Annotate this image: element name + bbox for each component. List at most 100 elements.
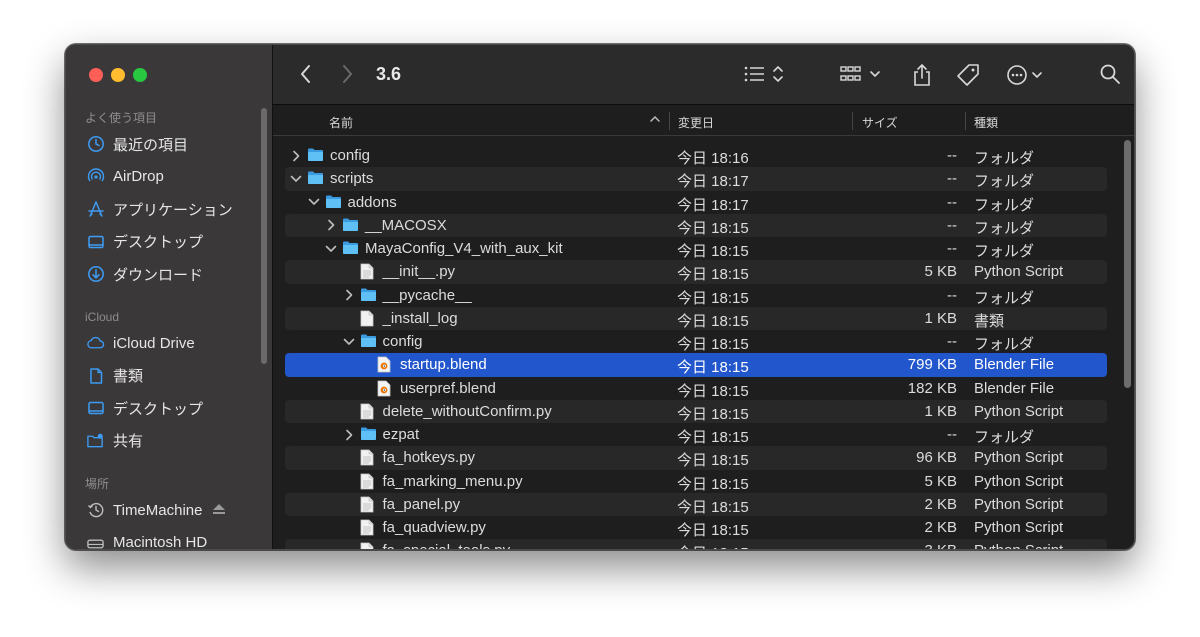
file-name: __pycache__ [382, 286, 472, 304]
file-kind: フォルダ [974, 289, 1035, 307]
clock-icon [86, 135, 105, 154]
sidebar-item[interactable]: 共有 [66, 425, 272, 458]
search-button[interactable] [1099, 63, 1121, 85]
file-date: 今日 18:16 [677, 150, 749, 167]
file-kind: Blender File [974, 379, 1055, 397]
file-row[interactable]: fa_panel.py 今日 18:15 2 KB Python Script [285, 492, 1107, 516]
sidebar-item[interactable]: TimeMachine [66, 494, 272, 527]
disclosure-chevron-right-icon[interactable] [289, 149, 303, 163]
file-list-scrollbar[interactable] [1124, 140, 1131, 388]
file-row[interactable]: userpref.blend 今日 18:15 182 KB Blender File [285, 377, 1107, 400]
sidebar-item[interactable]: iCloud Drive [66, 327, 272, 360]
file-size: 2 KB [924, 519, 957, 536]
sidebar-item[interactable]: Macintosh HD [66, 527, 272, 549]
timemachine-icon [86, 501, 105, 520]
disclosure-chevron-down-icon[interactable] [342, 335, 356, 349]
file-row[interactable]: fa_marking_menu.py 今日 18:15 5 KB Python Scr… [285, 470, 1107, 493]
column-divider[interactable] [852, 112, 853, 130]
folder-icon [360, 426, 377, 443]
file-name: __init__.py [382, 263, 456, 281]
disclosure-chevron-down-icon[interactable] [307, 195, 321, 209]
file-kind: フォルダ [974, 196, 1035, 214]
blender-file-icon [377, 356, 394, 373]
disclosure-chevron-down-icon[interactable] [289, 172, 303, 186]
disclosure-chevron-right-icon[interactable] [342, 288, 356, 302]
download-icon [86, 265, 105, 284]
file-row[interactable]: __MACOSX 今日 18:15 -- フォルダ [285, 213, 1107, 237]
file-row[interactable]: ezpat 今日 18:15 -- フォルダ [285, 423, 1107, 446]
search-icon [1100, 64, 1120, 84]
zoom-button[interactable] [133, 68, 147, 82]
file-row[interactable]: _install_log 今日 18:15 1 KB 書類 [285, 306, 1107, 330]
file-name-cell: delete_withoutConfirm.py [342, 403, 552, 420]
sidebar-heading: 場所 [85, 477, 110, 491]
sidebar-heading: よく使う項目 [85, 111, 158, 125]
file-row[interactable]: fa_special_tools.py 今日 18:15 3 KB Python Sc… [285, 539, 1107, 549]
sort-ascending-icon[interactable] [649, 112, 661, 129]
file-name: _install_log [382, 309, 458, 327]
toolbar: 3.6 [273, 45, 1134, 105]
file-row[interactable]: config 今日 18:16 -- フォルダ [285, 144, 1107, 167]
more-actions-button[interactable] [1006, 63, 1048, 87]
file-name-cell: userpref.blend [359, 380, 496, 397]
file-date: 今日 18:15 [677, 359, 749, 377]
forward-button[interactable] [340, 63, 354, 85]
group-button[interactable] [840, 63, 884, 85]
file-date: 今日 18:15 [677, 522, 749, 539]
share-button[interactable] [911, 63, 933, 87]
file-row[interactable]: __init__.py 今日 18:15 5 KB Python Script [285, 260, 1107, 284]
file-row[interactable]: startup.blend 今日 18:15 799 KB Blender File [285, 353, 1107, 377]
file-date: 今日 18:15 [677, 382, 749, 400]
sidebar-item[interactable]: デスクトップ [66, 226, 272, 259]
file-row[interactable]: scripts 今日 18:17 -- フォルダ [285, 167, 1107, 191]
column-kind[interactable]: 種類 [974, 114, 998, 131]
file-row[interactable]: __pycache__ 今日 18:15 -- フォルダ [285, 284, 1107, 307]
column-date[interactable]: 変更日 [678, 114, 714, 131]
window-title: 3.6 [376, 64, 402, 84]
disclosure-chevron-right-icon[interactable] [342, 428, 356, 442]
sidebar-item[interactable]: デスクトップ [66, 392, 272, 425]
sidebar-item[interactable]: AirDrop [66, 161, 272, 194]
tags-button[interactable] [956, 63, 980, 87]
file-date: 今日 18:15 [677, 243, 749, 260]
view-mode-button[interactable] [743, 63, 787, 85]
file-size: 5 KB [924, 472, 957, 490]
file-name: delete_withoutConfirm.py [382, 402, 552, 420]
file-row[interactable]: fa_hotkeys.py 今日 18:15 96 KB Python Script [285, 446, 1107, 470]
column-name[interactable]: 名前 [329, 114, 353, 131]
file-date: 今日 18:15 [677, 429, 749, 446]
file-name: fa_panel.py [382, 495, 461, 513]
column-divider[interactable] [669, 112, 670, 130]
disclosure-chevron-down-icon[interactable] [324, 242, 338, 256]
folder-icon [307, 147, 324, 164]
sidebar-item[interactable]: 最近の項目 [66, 128, 272, 161]
file-name-cell: fa_marking_menu.py [342, 473, 523, 490]
file-row[interactable]: delete_withoutConfirm.py 今日 18:15 1 KB Pyth… [285, 399, 1107, 423]
back-button[interactable] [299, 63, 313, 85]
sidebar-item[interactable]: ダウンロード [66, 258, 272, 291]
column-divider[interactable] [965, 112, 966, 130]
file-name-cell: fa_special_tools.py [342, 542, 510, 549]
sidebar-item[interactable]: 書類 [66, 360, 272, 393]
sidebar-scrollbar[interactable] [261, 108, 267, 364]
minimize-button[interactable] [111, 68, 125, 82]
file-row[interactable]: MayaConfig_V4_with_aux_kit 今日 18:15 -- フォルダ [285, 237, 1107, 260]
folder-icon [307, 170, 324, 187]
file-name: ezpat [382, 426, 420, 443]
eject-icon[interactable] [212, 502, 226, 519]
close-button[interactable] [89, 68, 103, 82]
file-row[interactable]: config 今日 18:15 -- フォルダ [285, 330, 1107, 353]
file-name: addons [347, 193, 397, 211]
file-row[interactable]: addons 今日 18:17 -- フォルダ [285, 191, 1107, 214]
file-size: 2 KB [924, 495, 957, 513]
sidebar-item[interactable]: アプリケーション [66, 193, 272, 226]
grid-group-icon [840, 66, 880, 81]
chevron-left-icon [301, 65, 310, 83]
disclosure-chevron-right-icon[interactable] [324, 218, 338, 232]
column-size[interactable]: サイズ [862, 114, 898, 131]
file-row[interactable]: fa_quadview.py 今日 18:15 2 KB Python Script [285, 516, 1107, 539]
file-date: 今日 18:17 [677, 173, 749, 191]
